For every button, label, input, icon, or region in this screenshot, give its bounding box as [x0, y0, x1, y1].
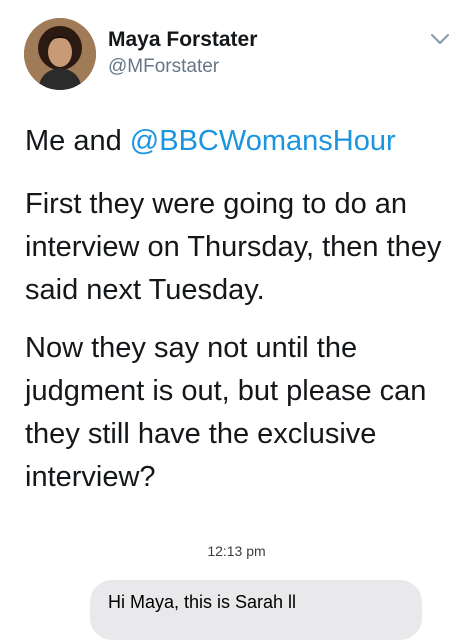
- profile-photo-icon: [24, 18, 96, 90]
- message-preview-text: Hi Maya, this is Sarah ll: [108, 592, 297, 612]
- message-timestamp: 12:13 pm: [207, 543, 266, 559]
- author-name[interactable]: Maya Forstater: [108, 28, 257, 52]
- author-handle[interactable]: @MForstater: [108, 56, 219, 78]
- avatar[interactable]: [24, 18, 96, 90]
- tweet-text-line1: Me and @BBCWomansHour: [25, 120, 465, 163]
- tweet-paragraph-2: First they were going to do an interview…: [25, 188, 442, 306]
- chevron-down-icon[interactable]: [430, 32, 450, 46]
- tweet-card: Maya Forstater @MForstater Me and @BBCWo…: [0, 0, 473, 640]
- tweet-text-prefix: Me and: [25, 125, 130, 157]
- mention-link[interactable]: @BBCWomansHour: [130, 125, 396, 157]
- tweet-paragraph-3: Now they say not until the judgment is o…: [25, 332, 427, 493]
- message-bubble: Hi Maya, this is Sarah ll: [90, 580, 422, 640]
